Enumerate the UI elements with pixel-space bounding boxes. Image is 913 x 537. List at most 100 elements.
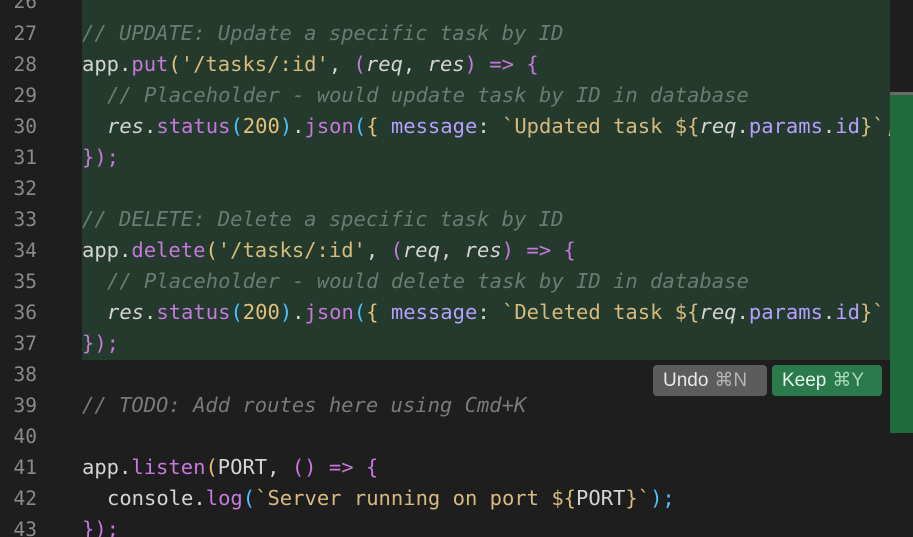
code-token: . [292,114,305,138]
code-property: params [748,300,823,324]
code-param: req [402,238,440,262]
code-token: . [144,300,157,324]
code-token: : [477,114,502,138]
line-number: 26 [13,0,37,13]
keep-shortcut: ⌘Y [832,370,865,391]
code-token: ( [168,52,181,76]
code-string: `Updated task ${ [502,114,700,138]
undo-label: Undo [663,370,709,391]
line-number-gutter: 26 27 28 29 30 31 32 33 34 35 36 37 38 3… [0,0,82,537]
line-number: 34 [13,239,37,262]
code-number: 200 [242,300,280,324]
code-token: app [82,52,120,76]
code-comment: // Placeholder - would update task by ID… [107,83,749,107]
code-token: ) [501,238,515,262]
code-token: ( [353,52,366,76]
code-line[interactable]: app.delete('/tasks/:id', (req, res) => { [82,235,576,266]
line-number: 43 [13,518,37,537]
line-number: 33 [13,208,37,231]
code-line[interactable]: // TODO: Add routes here using Cmd+K [82,390,526,421]
line-number: 42 [13,487,37,510]
code-token: res [107,300,145,324]
code-token: { [365,455,379,479]
scrollbar-thumb[interactable] [890,92,913,95]
code-token: . [119,455,132,479]
line-number: 31 [13,146,37,169]
code-token: listen [131,455,206,479]
code-token: ( [230,114,243,138]
code-token: ( [205,455,218,479]
code-token: . [193,486,206,510]
code-token: => [514,238,564,262]
code-line[interactable]: app.put('/tasks/:id', (req, res) => { [82,49,539,80]
line-number: 30 [13,115,37,138]
code-line[interactable]: }); [82,328,119,359]
code-token: }); [82,517,120,537]
code-line[interactable]: res.status(200).json({ message: `Updated… [82,111,897,142]
code-token: { [366,114,391,138]
code-string: `Deleted task ${ [502,300,700,324]
code-token: status [156,300,231,324]
keep-button[interactable]: Keep ⌘Y [772,365,882,396]
code-token: . [119,52,132,76]
code-line[interactable]: // Placeholder - would update task by ID… [82,80,749,111]
code-editor[interactable]: 26 27 28 29 30 31 32 33 34 35 36 37 38 3… [0,0,913,537]
code-token: ( [205,238,218,262]
code-token: , [328,52,354,76]
code-token: req [699,300,737,324]
code-line[interactable]: console.log(`Server running on port ${PO… [82,483,675,514]
code-comment: // DELETE: Delete a specific task by ID [82,207,564,231]
code-line[interactable]: }); [82,142,119,173]
line-number: 40 [13,425,37,448]
code-line[interactable]: // UPDATE: Update a specific task by ID [82,18,563,49]
code-comment: // TODO: Add routes here using Cmd+K [82,393,527,417]
code-token: ( [353,300,367,324]
code-line[interactable]: // DELETE: Delete a specific task by ID [82,204,563,235]
vertical-scrollbar[interactable] [890,0,913,537]
code-string: '/tasks/:id' [180,52,329,76]
line-number: 32 [13,177,37,200]
line-number: 35 [13,270,37,293]
code-line[interactable]: }); [82,514,119,537]
code-token: . [292,300,305,324]
code-token: ( [230,300,243,324]
code-property: id [835,114,860,138]
code-token: }); [82,331,120,355]
code-comment: // UPDATE: Update a specific task by ID [82,21,564,45]
code-param: res [427,52,465,76]
code-token: delete [131,238,206,262]
code-token: ( [353,114,367,138]
code-property: id [835,300,860,324]
code-token: res [107,114,145,138]
code-token: . [119,238,132,262]
code-line[interactable]: app.listen(PORT, () => { [82,452,378,483]
line-number: 28 [13,53,37,76]
code-token: ); [650,486,675,510]
code-token: . [822,114,836,138]
keep-label: Keep [782,370,827,391]
code-token: : [477,300,502,324]
code-token: => [316,455,366,479]
code-property: params [748,114,823,138]
code-param: req [365,52,403,76]
undo-shortcut: ⌘N [714,370,748,391]
code-param: res [464,238,502,262]
code-token: json [304,114,354,138]
code-line[interactable]: // Placeholder - would delete task by ID… [82,266,749,297]
code-property: message [390,114,478,138]
line-number: 36 [13,301,37,324]
line-number: 27 [13,22,37,45]
code-token: ( [390,238,403,262]
line-number: 29 [13,84,37,107]
code-string: `Server running on port ${ [255,486,577,510]
code-token: app [82,238,120,262]
code-token: () [291,455,317,479]
undo-button[interactable]: Undo ⌘N [653,365,767,396]
code-token: ) [464,52,477,76]
code-token: { [563,238,576,262]
code-token: req [699,114,737,138]
code-token: app [82,455,120,479]
code-token: PORT [217,455,268,479]
code-line[interactable]: res.status(200).json({ message: `Deleted… [82,297,909,328]
scrollbar-diff-marker [890,95,913,433]
